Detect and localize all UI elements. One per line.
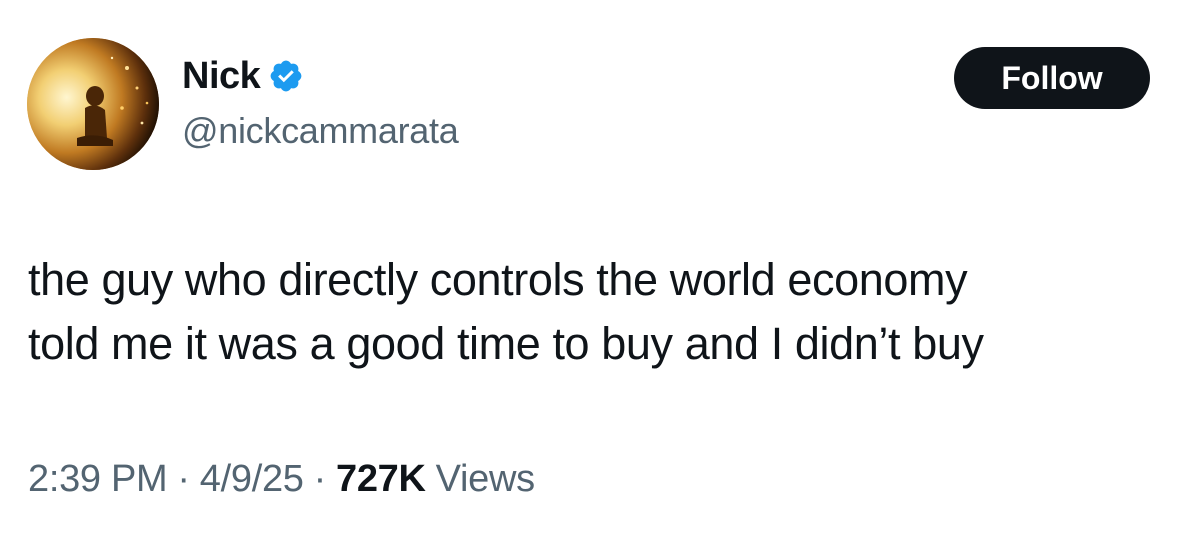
display-name[interactable]: Nick <box>182 55 261 98</box>
author-name-row: Nick <box>182 52 304 100</box>
author-handle[interactable]: @nickcammarata <box>182 110 459 152</box>
avatar[interactable] <box>27 38 159 170</box>
tweet-time[interactable]: 2:39 PM <box>28 458 168 501</box>
tweet-card: Nick @nickcammarata Follow the guy who d… <box>0 0 1200 534</box>
views-count[interactable]: 727K <box>336 458 426 501</box>
tweet-meta: 2:39 PM · 4/9/25 · 727K Views <box>28 458 535 501</box>
meta-separator: · <box>313 458 327 500</box>
meta-separator: · <box>177 458 190 500</box>
tweet-text: the guy who directly controls the world … <box>28 254 984 369</box>
verified-badge-icon <box>268 58 304 94</box>
tweet-date[interactable]: 4/9/25 <box>200 458 304 501</box>
avatar-image <box>27 38 159 170</box>
follow-button[interactable]: Follow <box>954 47 1150 109</box>
views-label: Views <box>435 458 535 500</box>
